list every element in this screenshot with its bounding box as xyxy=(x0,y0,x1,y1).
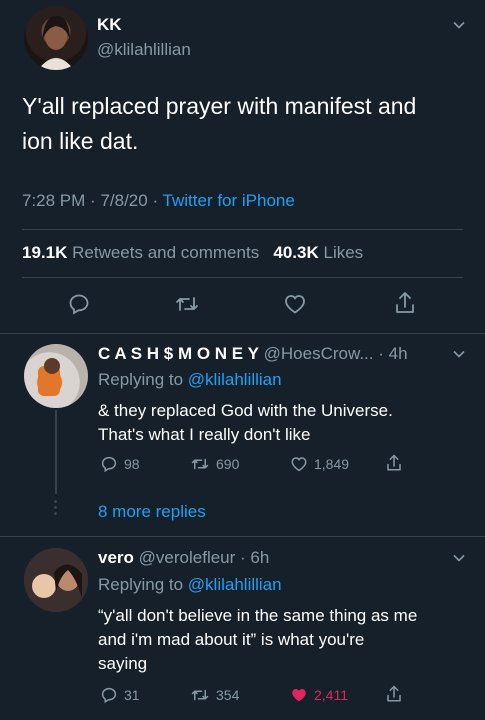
thread-line xyxy=(55,410,57,494)
replying-to-handle[interactable]: @klilahlillian xyxy=(188,575,282,594)
divider xyxy=(22,277,463,278)
divider xyxy=(22,229,463,230)
thread-dots xyxy=(54,500,58,515)
tweet-text-line1: Y'all replaced prayer with manifest and xyxy=(22,93,417,119)
meta-separator: · xyxy=(90,191,96,210)
display-name[interactable]: KK xyxy=(97,15,122,35)
chevron-down-icon[interactable] xyxy=(452,551,466,565)
handle[interactable]: @klilahlillian xyxy=(97,40,191,60)
display-name[interactable]: vero xyxy=(98,548,134,567)
retweets-count[interactable]: 19.1K xyxy=(22,243,67,262)
replying-to: Replying to @klilahlillian xyxy=(98,575,282,595)
replying-to: Replying to @klilahlillian xyxy=(98,370,282,390)
avatar[interactable] xyxy=(24,6,88,70)
avatar[interactable] xyxy=(24,548,88,612)
like-icon xyxy=(291,457,307,472)
reply-button[interactable]: 31 xyxy=(100,686,140,704)
handle[interactable]: @HoesCrow... xyxy=(264,344,374,363)
divider xyxy=(0,333,485,334)
retweet-button[interactable]: 354 xyxy=(190,686,239,704)
likes-count[interactable]: 40.3K xyxy=(273,243,318,262)
reply-icon[interactable] xyxy=(67,292,91,316)
tweet-text-line2: ion like dat. xyxy=(22,128,139,154)
stats-row: 19.1K Retweets and comments 40.3K Likes xyxy=(22,243,363,263)
retweet-count: 690 xyxy=(216,456,240,472)
share-icon[interactable] xyxy=(385,453,403,473)
likes-label[interactable]: Likes xyxy=(323,243,363,262)
tweet-source[interactable]: Twitter for iPhone xyxy=(163,191,295,210)
share-icon[interactable] xyxy=(385,684,403,704)
profile-photo-icon xyxy=(38,358,60,396)
more-replies-link[interactable]: 8 more replies xyxy=(98,502,206,522)
reply-button[interactable]: 98 xyxy=(100,455,140,473)
replying-to-handle[interactable]: @klilahlillian xyxy=(188,370,282,389)
chevron-down-icon[interactable] xyxy=(452,18,466,32)
reply-text-line1: “y'all don't believe in the same thing a… xyxy=(98,606,418,625)
profile-photo-icon xyxy=(24,548,88,612)
timestamp[interactable]: · 6h xyxy=(240,548,269,567)
like-count: 1,849 xyxy=(314,456,350,472)
retweet-icon[interactable] xyxy=(174,292,200,316)
liked-heart-icon xyxy=(292,689,306,702)
share-icon[interactable] xyxy=(393,290,417,316)
retweets-label[interactable]: Retweets and comments xyxy=(72,243,259,262)
reply-icon xyxy=(101,687,117,704)
reply-text-line2: That's what I really don't like xyxy=(98,425,311,444)
retweet-count: 354 xyxy=(216,687,240,703)
avatar[interactable] xyxy=(24,344,88,408)
reply-header: C A S H $ M O N E Y @HoesCrow... · 4h xyxy=(98,344,408,364)
retweet-button[interactable]: 690 xyxy=(190,455,239,473)
like-button[interactable]: 2,411 xyxy=(290,686,348,704)
replying-prefix: Replying to xyxy=(98,575,184,594)
handle[interactable]: @verolefleur xyxy=(139,548,236,567)
display-name[interactable]: C A S H $ M O N E Y xyxy=(98,344,259,363)
divider xyxy=(0,536,485,537)
like-icon[interactable] xyxy=(283,292,307,316)
tweet-time[interactable]: 7:28 PM xyxy=(22,191,85,210)
reply-text-line1: & they replaced God with the Universe. xyxy=(98,401,393,420)
reply-count: 31 xyxy=(124,687,140,703)
timestamp[interactable]: · 4h xyxy=(378,344,407,363)
reply-text-line2: and i'm mad about it” is what you're xyxy=(98,630,365,649)
retweet-icon xyxy=(191,689,209,701)
like-count: 2,411 xyxy=(314,687,348,703)
like-button[interactable]: 1,849 xyxy=(290,455,349,473)
meta-separator: · xyxy=(152,191,159,210)
profile-photo-icon xyxy=(38,16,74,70)
reply-count: 98 xyxy=(124,456,140,472)
reply-header: vero @verolefleur · 6h xyxy=(98,548,269,568)
tweet-meta: 7:28 PM · 7/8/20 · Twitter for iPhone xyxy=(22,191,295,211)
retweet-icon xyxy=(191,458,209,470)
chevron-down-icon[interactable] xyxy=(452,347,466,361)
tweet-date[interactable]: 7/8/20 xyxy=(100,191,147,210)
reply-text-line3: saying xyxy=(98,654,148,673)
reply-icon xyxy=(101,456,117,473)
replying-prefix: Replying to xyxy=(98,370,184,389)
